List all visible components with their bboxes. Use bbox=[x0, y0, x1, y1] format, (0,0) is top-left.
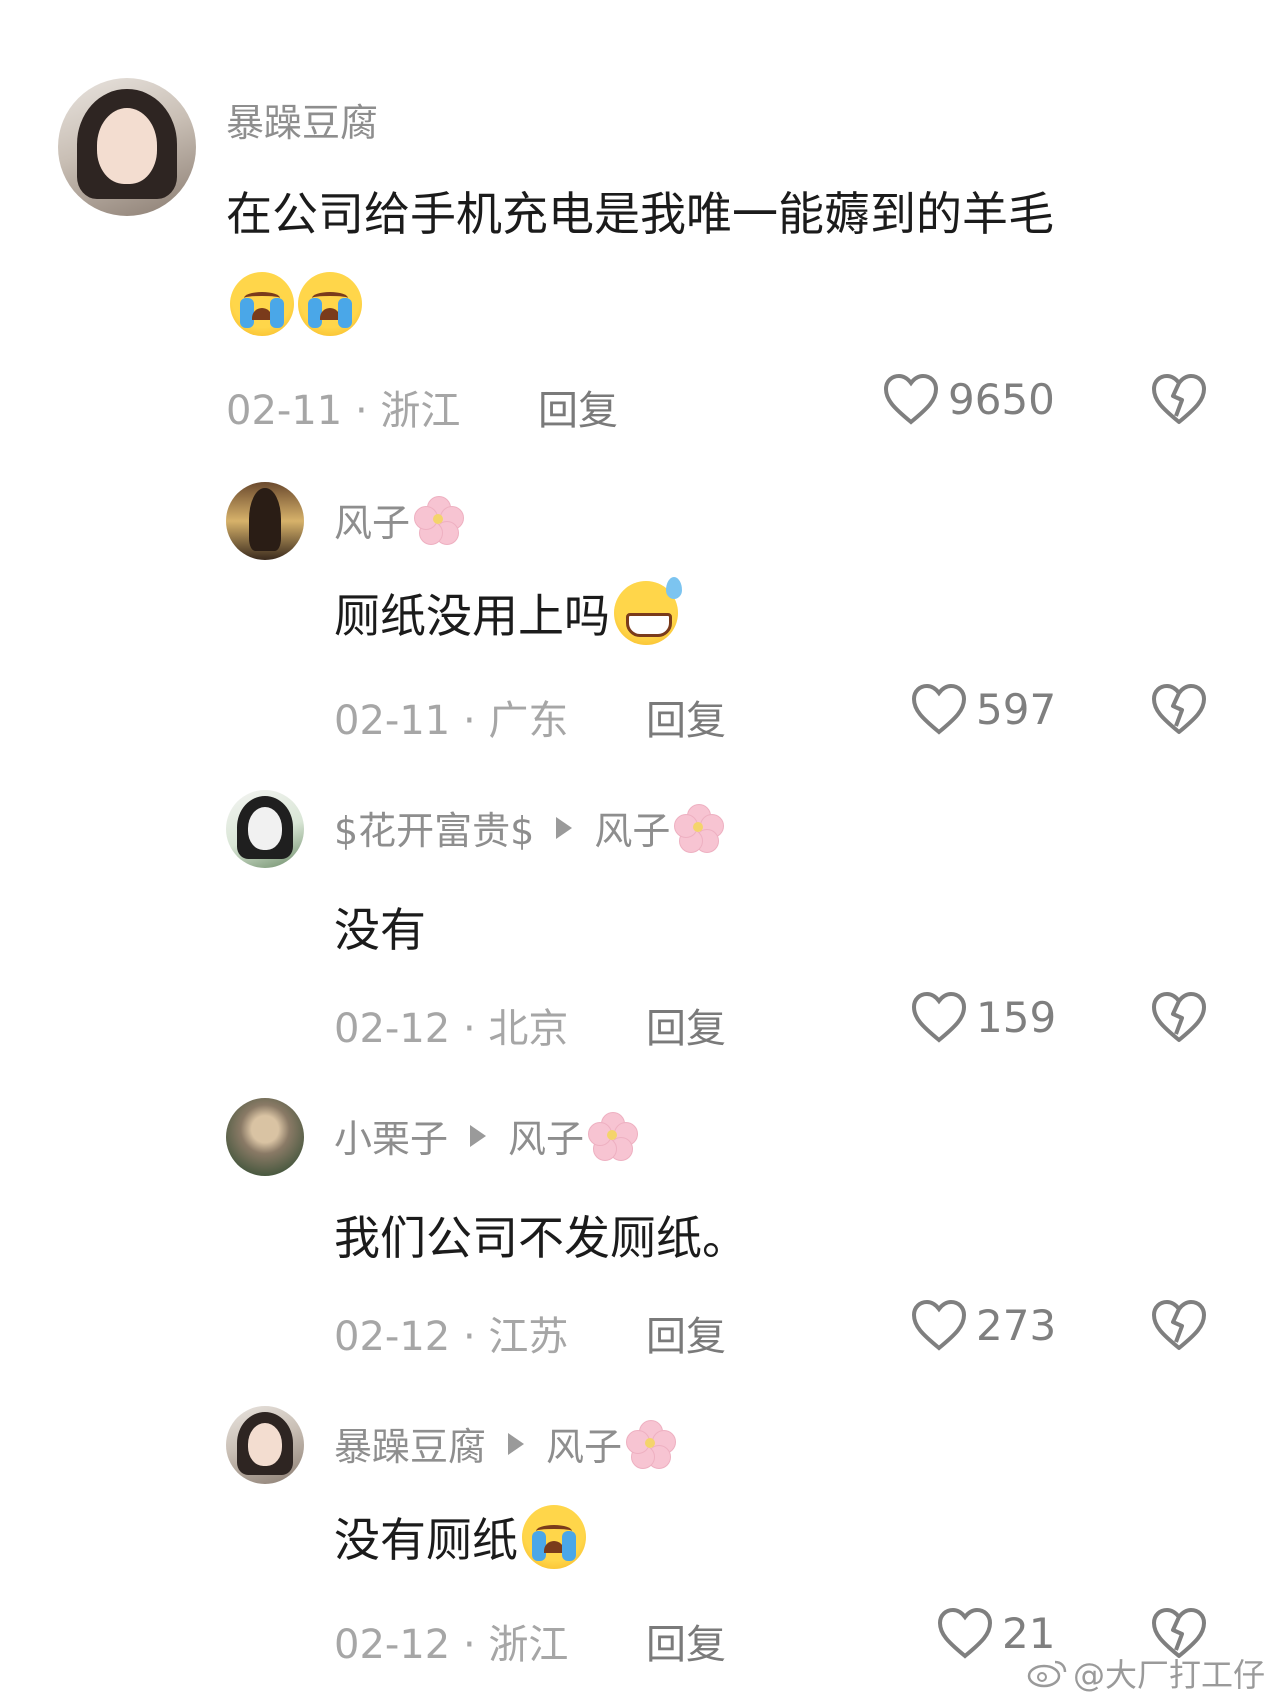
comment-date-location: 02-12 · 北京 bbox=[334, 1006, 569, 1052]
reply-button[interactable]: 回复 bbox=[646, 688, 726, 746]
avatar-hair bbox=[249, 488, 281, 551]
avatar[interactable] bbox=[226, 1098, 304, 1176]
comment-text-content: 厕纸没用上吗 bbox=[334, 589, 610, 643]
comment-emoji-row bbox=[226, 272, 362, 336]
like-count: 597 bbox=[976, 684, 1057, 734]
reply-arrow-icon bbox=[508, 1432, 525, 1455]
comment-text-content: 没有 bbox=[334, 903, 426, 957]
crying-face-icon bbox=[298, 272, 362, 336]
comment-author[interactable]: 暴躁豆腐 风子 bbox=[334, 1416, 677, 1471]
dislike-button[interactable] bbox=[1150, 990, 1208, 1048]
avatar[interactable] bbox=[226, 1406, 304, 1484]
like-button[interactable]: 159 bbox=[910, 990, 1056, 1044]
weibo-logo-icon bbox=[1027, 1658, 1067, 1688]
weibo-watermark: @大厂打工仔 bbox=[1027, 1650, 1265, 1696]
cherry-blossom-icon bbox=[412, 494, 465, 546]
crying-face-icon bbox=[522, 1505, 586, 1569]
avatar[interactable] bbox=[226, 790, 304, 868]
reply-arrow-icon bbox=[556, 816, 573, 839]
author-name[interactable]: $花开富贵$ bbox=[334, 800, 534, 855]
like-button[interactable]: 273 bbox=[910, 1298, 1056, 1352]
cherry-blossom-icon bbox=[672, 802, 725, 854]
comment-text-content: 在公司给手机充电是我唯一能薅到的羊毛 bbox=[226, 187, 1054, 241]
reply-arrow-icon bbox=[470, 1124, 487, 1147]
heart-outline-icon bbox=[883, 373, 939, 425]
reply-to-name[interactable]: 风子 bbox=[508, 1108, 584, 1163]
author-name[interactable]: 小栗子 bbox=[334, 1108, 448, 1163]
comment-reply: 风子 厕纸没用上吗 02-11 · 广东 回复 597 bbox=[0, 440, 1279, 744]
comment-author[interactable]: 小栗子 风子 bbox=[334, 1108, 639, 1163]
reply-button[interactable]: 回复 bbox=[646, 1612, 726, 1670]
reply-button[interactable]: 回复 bbox=[646, 1304, 726, 1362]
reply-button[interactable]: 回复 bbox=[538, 378, 618, 436]
like-count: 159 bbox=[976, 992, 1057, 1042]
like-count: 9650 bbox=[948, 374, 1055, 424]
reply-to-name[interactable]: 风子 bbox=[546, 1416, 622, 1471]
comment-date-location: 02-11 · 浙江 bbox=[226, 388, 461, 434]
cherry-blossom-icon bbox=[586, 1110, 639, 1162]
comment-text-content: 没有厕纸 bbox=[334, 1513, 518, 1567]
comment-reply: 小栗子 风子 我们公司不发厕纸。 02-12 · 江苏 回复 273 bbox=[0, 1056, 1279, 1360]
crying-face-icon bbox=[230, 272, 294, 336]
avatar-face bbox=[247, 1423, 283, 1467]
like-button[interactable]: 9650 bbox=[882, 372, 1055, 426]
comment-date-location: 02-12 · 江苏 bbox=[334, 1314, 569, 1360]
comment-date-location: 02-12 · 浙江 bbox=[334, 1622, 569, 1668]
cherry-blossom-icon bbox=[624, 1418, 677, 1470]
comment-text: 厕纸没用上吗 bbox=[334, 577, 682, 646]
comment-text: 在公司给手机充电是我唯一能薅到的羊毛 bbox=[226, 178, 1054, 244]
comment-text: 没有厕纸 bbox=[334, 1504, 586, 1570]
broken-heart-icon bbox=[1152, 684, 1206, 734]
avatar-face bbox=[247, 807, 283, 851]
author-name[interactable]: 暴躁豆腐 bbox=[334, 1416, 486, 1471]
watermark-text: @大厂打工仔 bbox=[1072, 1656, 1265, 1694]
broken-heart-icon bbox=[1152, 374, 1206, 424]
heart-outline-icon bbox=[911, 991, 967, 1043]
comment-date-location: 02-11 · 广东 bbox=[334, 698, 569, 744]
comment-text: 没有 bbox=[334, 894, 426, 960]
dislike-button[interactable] bbox=[1150, 1298, 1208, 1356]
author-name[interactable]: 风子 bbox=[334, 492, 410, 547]
like-count: 273 bbox=[976, 1300, 1057, 1350]
comment-thread-root: 暴躁豆腐 在公司给手机充电是我唯一能薅到的羊毛 02-11 · 浙江 回复 96… bbox=[0, 0, 1279, 434]
like-button[interactable]: 597 bbox=[910, 682, 1056, 736]
avatar[interactable] bbox=[58, 78, 196, 216]
heart-outline-icon bbox=[911, 683, 967, 735]
broken-heart-icon bbox=[1152, 1300, 1206, 1350]
broken-heart-icon bbox=[1152, 992, 1206, 1042]
heart-outline-icon bbox=[911, 1299, 967, 1351]
avatar-face bbox=[96, 108, 158, 185]
comment-text-content: 我们公司不发厕纸。 bbox=[334, 1211, 748, 1265]
reply-button[interactable]: 回复 bbox=[646, 996, 726, 1054]
comment-author[interactable]: $花开富贵$ 风子 bbox=[334, 800, 725, 855]
comment-author[interactable]: 暴躁豆腐 bbox=[226, 92, 378, 147]
heart-outline-icon bbox=[937, 1607, 993, 1659]
reply-to-name[interactable]: 风子 bbox=[594, 800, 670, 855]
comment-text: 我们公司不发厕纸。 bbox=[334, 1202, 748, 1268]
grinning-sweat-face-icon bbox=[614, 577, 682, 645]
avatar[interactable] bbox=[226, 482, 304, 560]
author-name[interactable]: 暴躁豆腐 bbox=[226, 92, 378, 147]
dislike-button[interactable] bbox=[1150, 372, 1208, 430]
comment-author[interactable]: 风子 bbox=[334, 492, 465, 547]
dislike-button[interactable] bbox=[1150, 682, 1208, 740]
comment-reply: $花开富贵$ 风子 没有 02-12 · 北京 回复 159 bbox=[0, 748, 1279, 1052]
